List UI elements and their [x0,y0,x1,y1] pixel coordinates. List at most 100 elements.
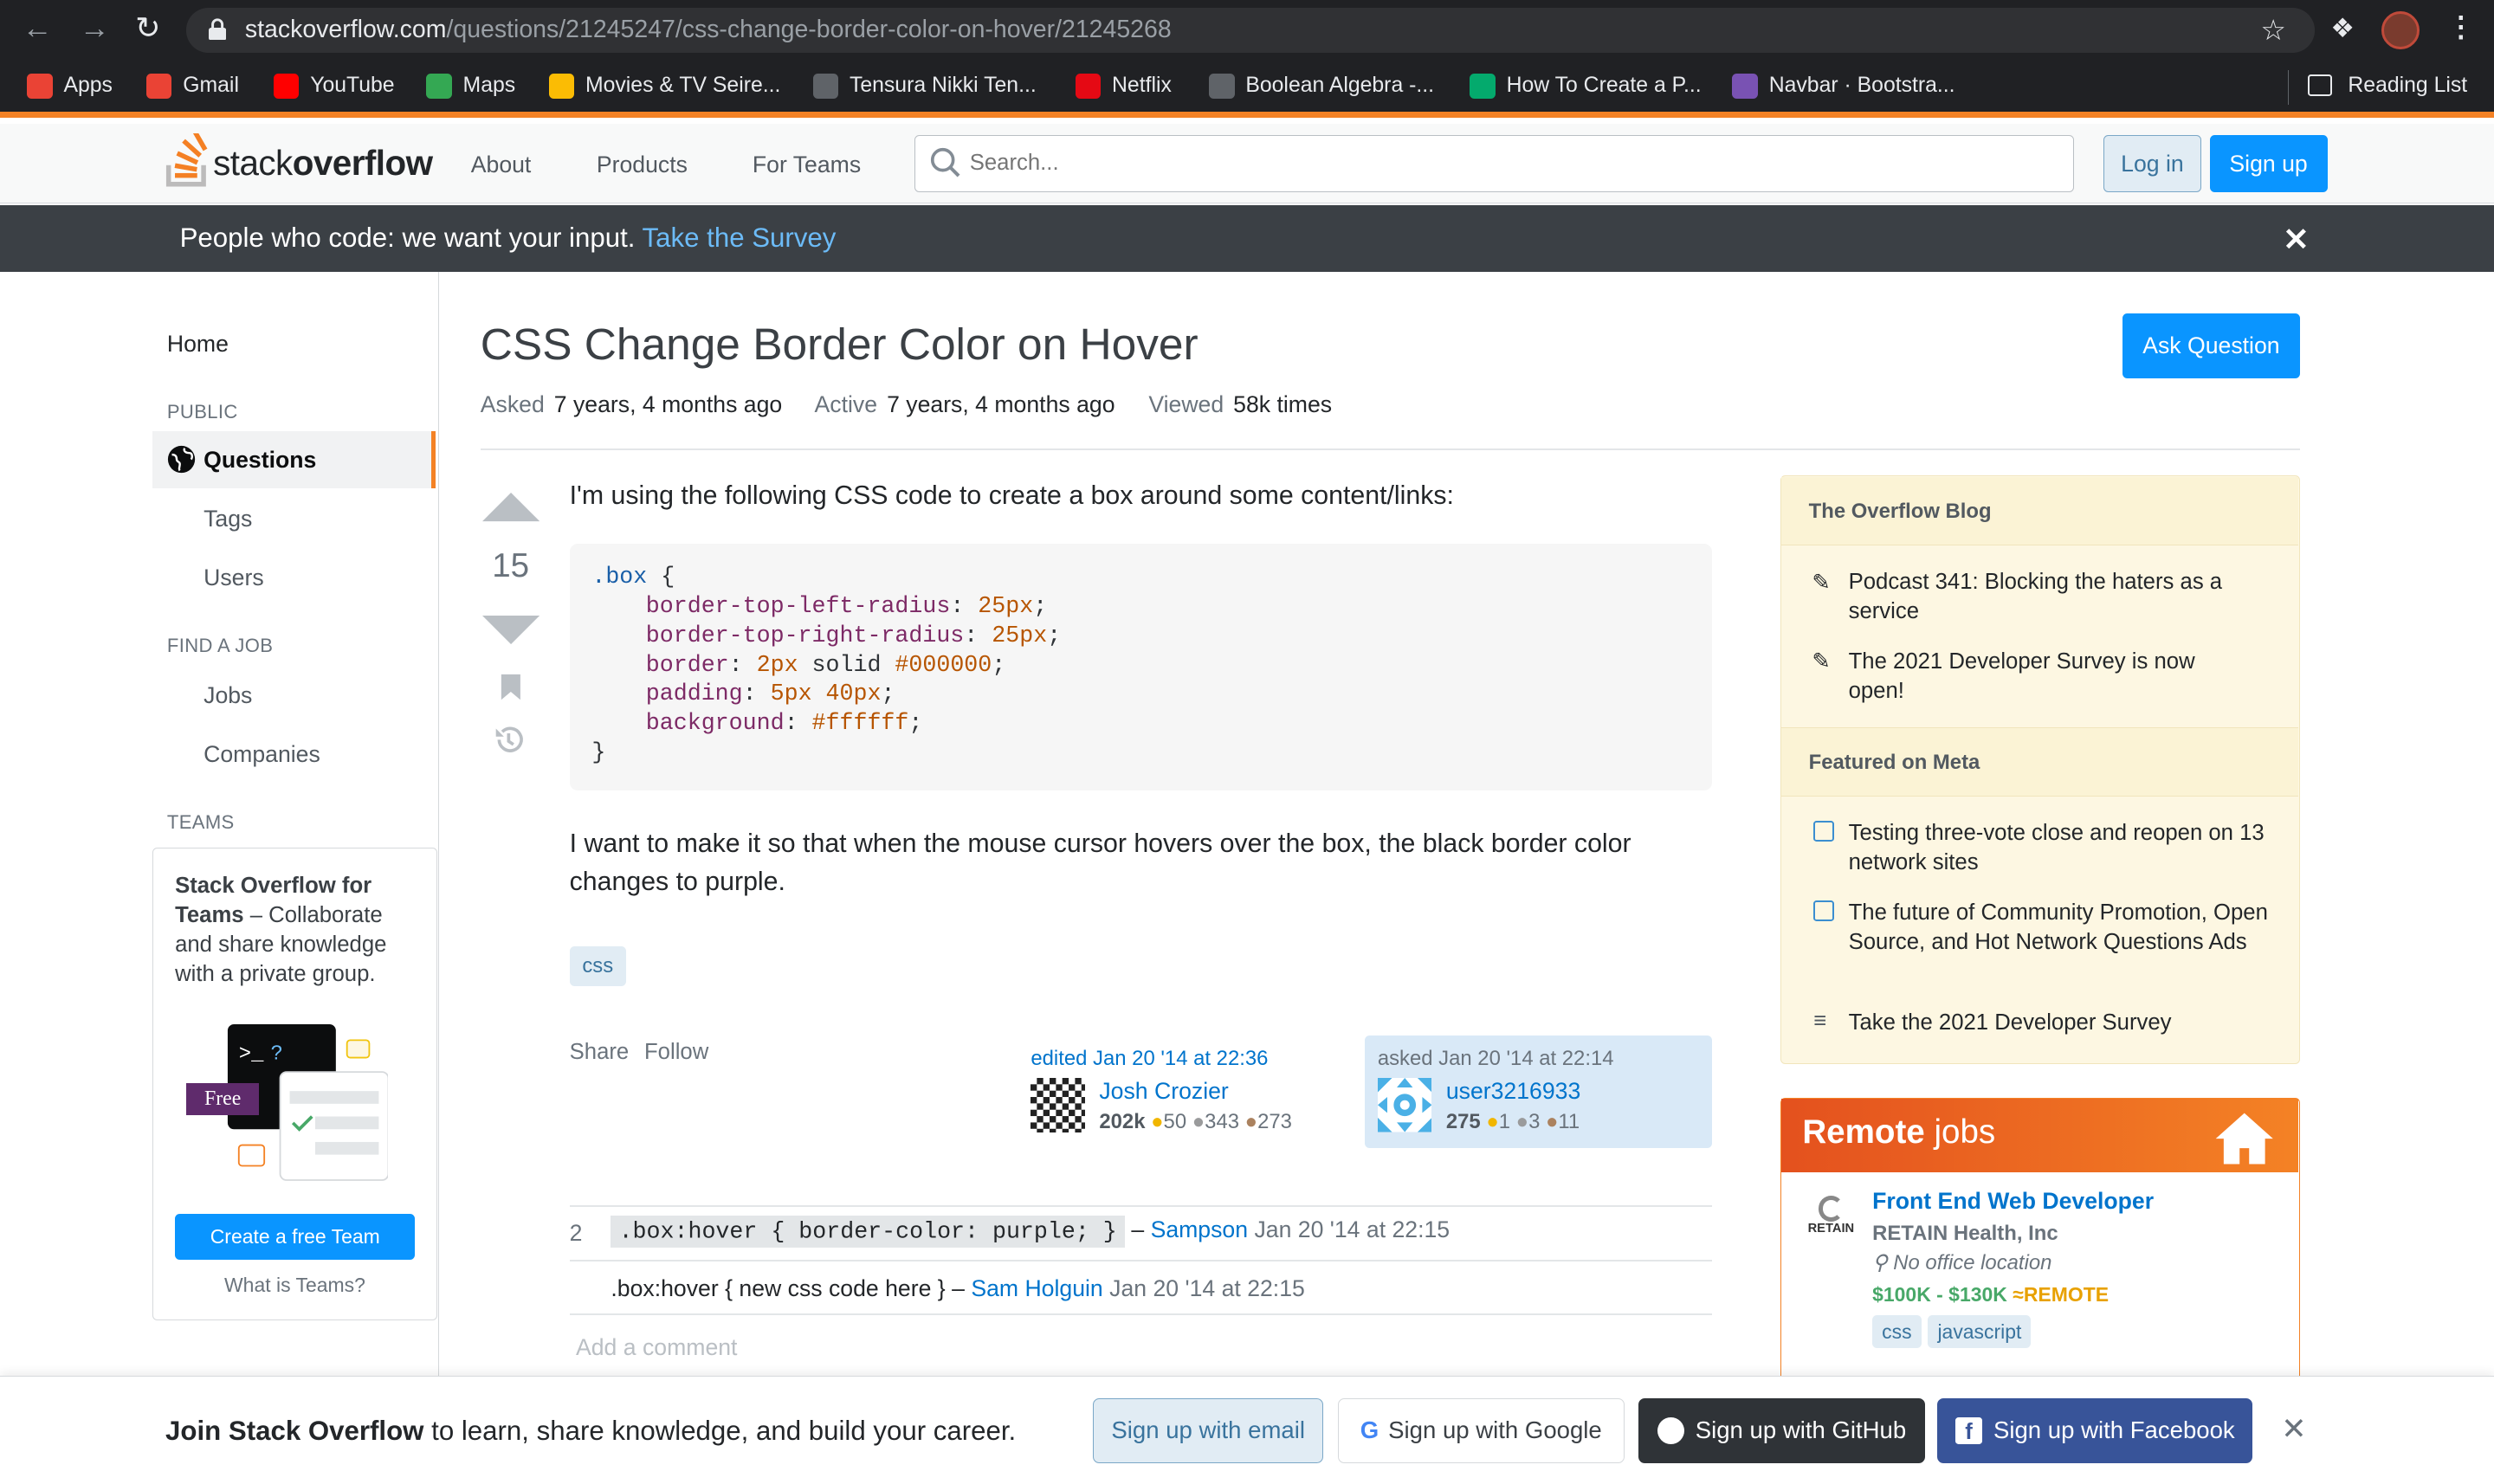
remote-jobs-title: Remote jobs [1802,1113,1996,1151]
pencil-icon: ✎ [1812,570,1831,595]
survey-banner-text: People who code: we want your input. Tak… [179,223,837,254]
search-icon [930,147,962,186]
job-tag-css[interactable]: css [1872,1315,1922,1349]
forward-arrow-icon[interactable]: → [80,11,110,46]
bookmark-item[interactable]: Gmail [146,73,239,99]
extensions-puzzle-icon[interactable]: ❖ [2330,13,2355,44]
code-selector: .box [591,564,648,590]
nav-products[interactable]: Products [597,152,688,178]
asked-time: asked Jan 20 '14 at 22:14 [1377,1046,1614,1070]
signup-github-button[interactable]: Sign up with GitHub [1638,1397,1925,1464]
reading-list-button[interactable]: Reading List [2308,74,2467,98]
follow-link[interactable]: Follow [644,1040,708,1065]
header-divider [480,448,2301,450]
ask-question-button[interactable]: Ask Question [2122,313,2301,379]
bookmark-item[interactable]: Navbar · Bootstra... [1732,73,1955,99]
meta-item-1[interactable]: Testing three-vote close and reopen on 1… [1849,819,2278,878]
comment-2-user[interactable]: Sam Holguin [971,1275,1102,1301]
what-is-teams-link[interactable]: What is Teams? [224,1274,365,1297]
bookmark-label: Maps [462,74,516,98]
signup-google-button[interactable]: G Sign up with Google [1337,1397,1625,1464]
job-tag-javascript[interactable]: javascript [1928,1315,2032,1349]
bookmarks-divider [2287,69,2290,106]
asker-name[interactable]: user3216933 [1446,1078,1580,1105]
history-icon[interactable] [493,724,525,763]
comment-2: .box:hover { new css code here } – Sam H… [611,1275,1305,1302]
comment-score: 2 [569,1219,583,1246]
meta-item-3[interactable]: Take the 2021 Developer Survey [1849,1009,2278,1038]
comment-1-date: Jan 20 '14 at 22:15 [1254,1216,1451,1243]
nav-questions-label: Questions [204,447,317,474]
nav-section-public: PUBLIC [166,400,238,423]
bookmark-star-icon[interactable]: ☆ [2260,13,2286,48]
nav-for-teams[interactable]: For Teams [753,152,861,178]
add-comment-link[interactable]: Add a comment [576,1334,737,1361]
profile-avatar[interactable] [2381,10,2420,49]
nav-jobs[interactable]: Jobs [204,682,252,709]
signup-facebook-button[interactable]: f Sign up with Facebook [1937,1397,2253,1464]
nav-section-teams: TEAMS [166,810,235,833]
lock-icon [208,17,226,41]
asker-reputation: 275 ●1 ●3 ●11 [1445,1110,1580,1134]
search-input[interactable] [969,142,2051,184]
close-signup-bar-icon[interactable]: ✕ [2281,1412,2306,1447]
nav-companies[interactable]: Companies [204,741,320,768]
nav-about[interactable]: About [471,152,532,178]
blog-heading: The Overflow Blog [1808,499,1992,523]
bookmark-item[interactable]: How To Create a P... [1470,73,1702,99]
close-banner-icon[interactable]: ✕ [2283,221,2310,258]
question-active: Active 7 years, 4 months ago [814,390,1115,417]
search-box[interactable] [914,135,2075,193]
bookmark-item[interactable]: Movies & TV Seire... [548,73,781,99]
bookmark-label: Netflix [1112,74,1172,98]
location-pin-icon: ⚲ [1872,1250,1888,1274]
nav-tags[interactable]: Tags [204,506,252,532]
nav-home[interactable]: Home [167,331,229,358]
job-salary-remote: $100K - $130K ≈REMOTE [1872,1283,2109,1307]
bookmark-item[interactable]: Netflix [1075,73,1172,99]
code-close-brace: } [591,739,606,766]
create-free-team-button[interactable]: Create a free Team [175,1213,416,1260]
job-title-link[interactable]: Front End Web Developer [1872,1188,2154,1215]
login-button[interactable]: Log in [2103,135,2202,193]
bookmark-label: Navbar · Bootstra... [1768,74,1955,98]
bookmark-favicon-icon [27,73,53,99]
bookmark-item[interactable]: YouTube [273,73,395,99]
upvote-arrow-icon[interactable] [481,493,540,528]
share-link[interactable]: Share [570,1040,630,1065]
bookmark-item[interactable]: Apps [27,73,113,99]
bookmark-icon[interactable] [500,673,522,708]
nav-users[interactable]: Users [204,565,264,591]
code-block: .box { border-top-left-radius: 25px; bord… [569,544,1712,790]
editor-name[interactable]: Josh Crozier [1099,1078,1228,1105]
bookmark-label: Movies & TV Seire... [585,74,781,98]
stackoverflow-logo-icon[interactable] [165,129,213,187]
google-icon: G [1360,1416,1379,1444]
bookmark-item[interactable]: Tensura Nikki Ten... [812,73,1037,99]
question-title[interactable]: CSS Change Border Color on Hover [481,318,1199,370]
edited-time[interactable]: edited Jan 20 '14 at 22:36 [1031,1047,1268,1071]
code-line: border-top-right-radius: 25px; [645,622,1062,648]
tag-css[interactable]: css [569,946,626,987]
signup-button[interactable]: Sign up [2209,135,2328,193]
signup-email-button[interactable]: Sign up with email [1093,1397,1324,1464]
url-text: stackoverflow.com/questions/21245247/css… [244,16,1172,44]
bookmark-item[interactable]: Boolean Algebra -... [1209,73,1434,99]
downvote-arrow-icon[interactable] [481,615,540,651]
job-salary: $100K - $130K [1872,1283,2007,1307]
blog-item-2[interactable]: The 2021 Developer Survey is now open! [1849,648,2246,707]
bookmark-item[interactable]: Maps [426,73,516,99]
comment-1-user[interactable]: Sampson [1151,1216,1248,1242]
code-line: background: #ffffff; [645,710,923,737]
reload-icon[interactable]: ↻ [135,11,160,46]
blog-item-1[interactable]: Podcast 341: Blocking the haters as a se… [1849,568,2278,627]
code-line: border: 2px solid #000000; [645,651,1006,678]
asker-avatar[interactable] [1377,1078,1432,1132]
back-arrow-icon[interactable]: ← [23,11,53,46]
take-survey-link[interactable]: Take the Survey [643,223,837,253]
editor-avatar[interactable] [1031,1078,1085,1132]
pencil-icon: ✎ [1812,649,1831,674]
browser-menu-icon[interactable]: ⋮ [2446,10,2475,44]
meta-item-2[interactable]: The future of Community Promotion, Open … [1849,899,2278,958]
site-logo-text[interactable]: stackoverflow [213,143,433,184]
